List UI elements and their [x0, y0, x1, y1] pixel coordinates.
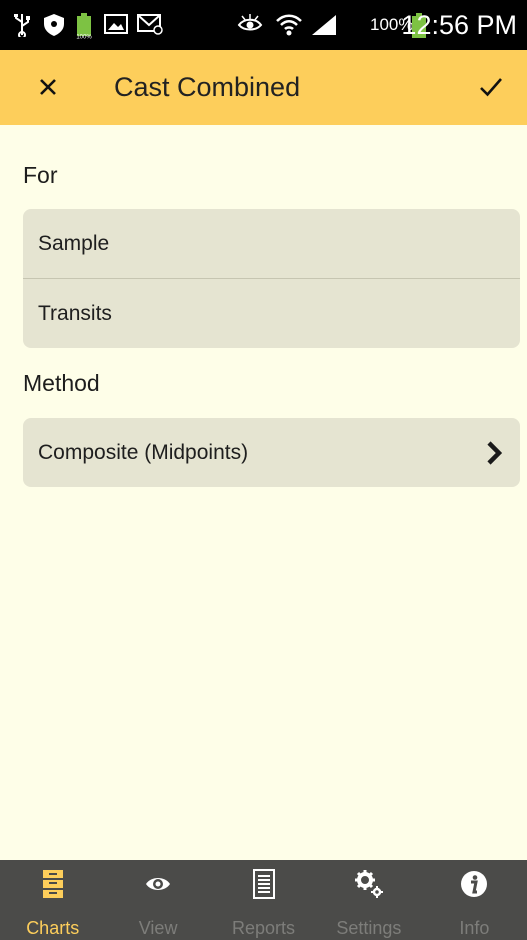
method-selector[interactable]: Composite (Midpoints) [23, 418, 520, 487]
nav-label: Charts [26, 918, 80, 938]
usb-icon [12, 13, 32, 42]
battery-full-icon: 100% [75, 13, 93, 44]
signal-icon [310, 13, 338, 42]
for-list: Sample Transits [23, 209, 520, 348]
eye-icon [143, 869, 173, 899]
charts-icon [38, 869, 68, 899]
gears-icon [354, 869, 384, 899]
nav-item-view[interactable]: View [105, 860, 210, 940]
nav-item-info[interactable]: Info [422, 860, 527, 940]
list-item-sample[interactable]: Sample [23, 209, 520, 278]
reports-icon [249, 869, 279, 899]
for-section-label: For [23, 162, 58, 188]
list-item-transits[interactable]: Transits [23, 278, 520, 348]
list-item-label: Sample [38, 231, 110, 255]
shield-icon [43, 13, 65, 42]
page-title: Cast Combined [114, 72, 301, 102]
status-bar: 100% 100% 12:56 PM [0, 0, 527, 50]
svg-text:100%: 100% [76, 35, 92, 40]
image-icon [104, 13, 128, 40]
nav-item-reports[interactable]: Reports [211, 860, 316, 940]
close-button[interactable] [30, 69, 66, 105]
nav-label: Reports [232, 918, 296, 938]
app-bar: Cast Combined [0, 50, 527, 125]
chevron-right-icon [486, 440, 503, 472]
nav-label: View [138, 918, 178, 938]
email-icon [137, 13, 163, 40]
method-section-label: Method [23, 370, 100, 396]
nav-label: Info [459, 918, 490, 938]
method-value: Composite (Midpoints) [38, 440, 249, 464]
wifi-icon [275, 13, 303, 44]
nav-item-settings[interactable]: Settings [316, 860, 421, 940]
eye-sensor-icon [237, 13, 263, 40]
check-icon [480, 78, 502, 97]
close-icon [40, 79, 56, 95]
list-item-label: Transits [38, 301, 112, 325]
nav-label: Settings [336, 918, 402, 938]
status-time: 12:56 PM [401, 10, 517, 40]
method-list: Composite (Midpoints) [23, 418, 520, 487]
info-icon [459, 869, 489, 899]
nav-item-charts[interactable]: Charts [0, 860, 105, 940]
confirm-button[interactable] [473, 69, 509, 105]
bottom-navigation: Charts View Reports Settings Info [0, 860, 527, 940]
